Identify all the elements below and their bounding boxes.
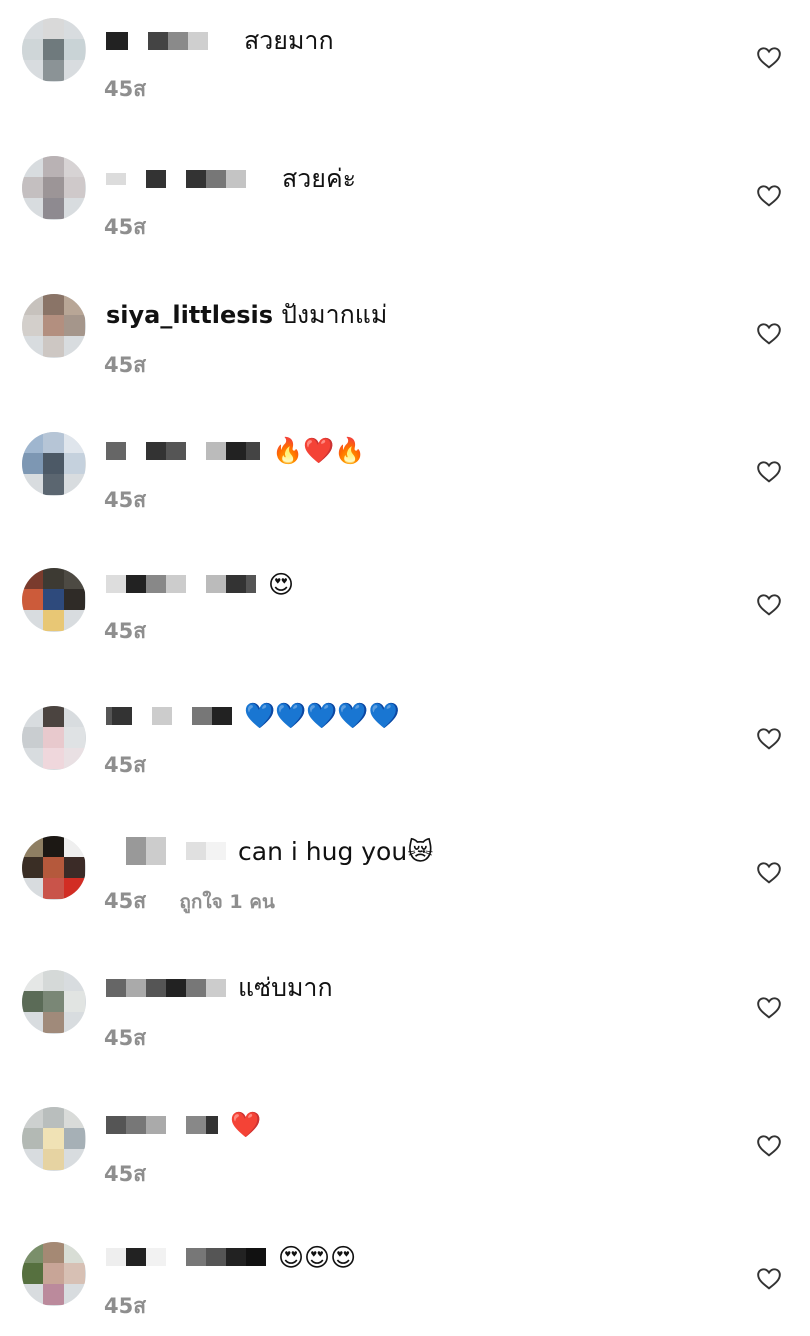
- username-redacted[interactable]: [106, 32, 128, 50]
- username-redacted[interactable]: [106, 442, 126, 460]
- heart-outline-icon[interactable]: [756, 183, 782, 207]
- comment-row: 😍😍😍 45ส: [0, 1236, 810, 1336]
- avatar[interactable]: [22, 1242, 86, 1306]
- comment-time: 45ส: [104, 488, 147, 512]
- comment-time: 45ส: [104, 1162, 147, 1186]
- comment-text: 🔥❤️🔥: [272, 436, 366, 465]
- comment-time: 45ส: [104, 753, 147, 777]
- heart-outline-icon[interactable]: [756, 1266, 782, 1290]
- comment-text: 💙💙💙💙💙: [244, 701, 400, 730]
- comment-body: สวยค่ะ: [106, 164, 356, 194]
- username-redacted[interactable]: [106, 979, 126, 997]
- comment-text: แซ่บมาก: [238, 973, 333, 1002]
- heart-outline-icon[interactable]: [756, 592, 782, 616]
- comment-row: สวยมาก 45ส: [0, 12, 810, 112]
- username-redacted[interactable]: [106, 173, 126, 185]
- comment-time: 45ส: [104, 353, 147, 377]
- comment-row: can i hug you😿 45ส ถูกใจ 1 คน: [0, 832, 810, 932]
- username-redacted[interactable]: [106, 575, 126, 593]
- avatar[interactable]: [22, 156, 86, 220]
- comment-body: 😍: [106, 569, 294, 599]
- comment-body: 😍😍😍: [106, 1242, 356, 1272]
- heart-outline-icon[interactable]: [756, 321, 782, 345]
- username-redacted[interactable]: [106, 842, 126, 860]
- likes-count[interactable]: ถูกใจ 1 คน: [179, 891, 275, 913]
- username-redacted[interactable]: [106, 1116, 126, 1134]
- heart-outline-icon[interactable]: [756, 1133, 782, 1157]
- avatar[interactable]: [22, 706, 86, 770]
- avatar[interactable]: [22, 18, 86, 82]
- comment-time: 45ส: [104, 77, 147, 101]
- heart-outline-icon[interactable]: [756, 45, 782, 69]
- comment-row: siya_littlesis ปังมากแม่ 45ส: [0, 288, 810, 388]
- avatar[interactable]: [22, 568, 86, 632]
- comment-text: ปังมากแม่: [281, 300, 388, 329]
- avatar[interactable]: [22, 1107, 86, 1171]
- comment-time: 45ส ถูกใจ 1 คน: [104, 889, 275, 913]
- heart-outline-icon[interactable]: [756, 459, 782, 483]
- username[interactable]: siya_littlesis: [106, 301, 273, 329]
- comment-body: 💙💙💙💙💙: [106, 701, 400, 731]
- avatar[interactable]: [22, 294, 86, 358]
- comment-text: 😍: [268, 569, 295, 599]
- comment-text: ❤️: [230, 1110, 262, 1139]
- comment-row: 💙💙💙💙💙 45ส: [0, 698, 810, 798]
- comment-body: ❤️: [106, 1110, 261, 1140]
- comment-text: สวยค่ะ: [282, 164, 357, 193]
- comment-body: can i hug you😿: [106, 836, 433, 866]
- comment-time: 45ส: [104, 1294, 147, 1318]
- avatar[interactable]: [22, 432, 86, 496]
- comment-row: สวยค่ะ 45ส: [0, 150, 810, 250]
- comment-time: 45ส: [104, 1026, 147, 1050]
- comment-row: 😍 45ส: [0, 564, 810, 664]
- heart-outline-icon[interactable]: [756, 726, 782, 750]
- comment-text: can i hug you😿: [238, 836, 434, 866]
- comment-text: 😍😍😍: [278, 1242, 357, 1272]
- avatar[interactable]: [22, 970, 86, 1034]
- comment-row: แซ่บมาก 45ส: [0, 968, 810, 1068]
- heart-outline-icon[interactable]: [756, 995, 782, 1019]
- comment-body: 🔥❤️🔥: [106, 436, 365, 466]
- comment-body: สวยมาก: [106, 26, 334, 56]
- comment-time: 45ส: [104, 215, 147, 239]
- comment-body: siya_littlesis ปังมากแม่: [106, 300, 387, 330]
- comment-time: 45ส: [104, 619, 147, 643]
- comment-row: ❤️ 45ส: [0, 1104, 810, 1204]
- comment-text: สวยมาก: [244, 26, 334, 55]
- heart-outline-icon[interactable]: [756, 860, 782, 884]
- comment-row: 🔥❤️🔥 45ส: [0, 426, 810, 526]
- avatar[interactable]: [22, 836, 86, 900]
- username-redacted[interactable]: [106, 1248, 126, 1266]
- comment-body: แซ่บมาก: [106, 973, 333, 1003]
